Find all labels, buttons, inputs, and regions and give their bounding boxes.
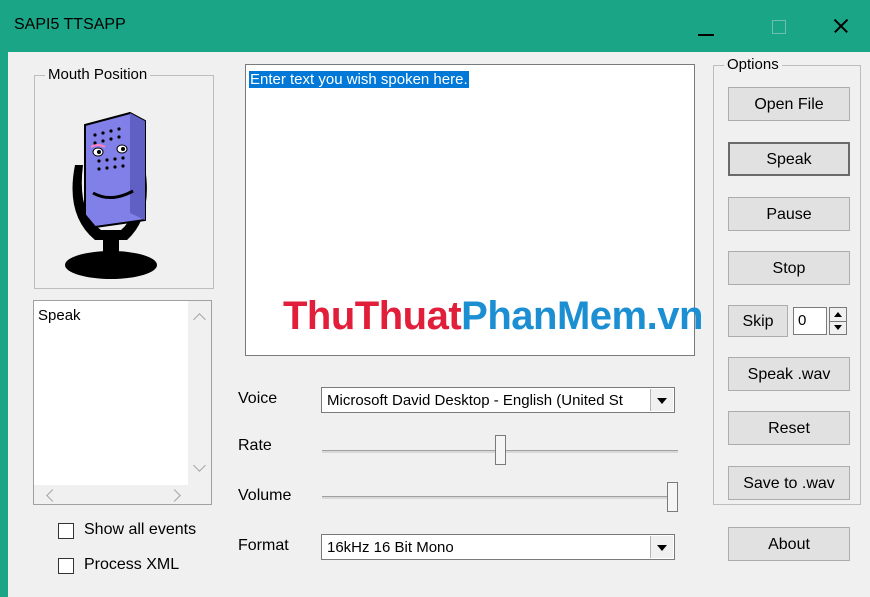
format-selected: 16kHz 16 Bit Mono <box>327 539 454 556</box>
voice-select[interactable]: Microsoft David Desktop - English (Unite… <box>321 387 675 413</box>
watermark-part1: ThuThuat <box>283 294 462 338</box>
volume-label: Volume <box>238 487 292 504</box>
window-edge <box>0 52 8 597</box>
scroll-left-icon[interactable] <box>46 489 59 502</box>
scroll-up-icon[interactable] <box>193 313 206 326</box>
rate-label: Rate <box>238 437 272 454</box>
volume-slider-thumb[interactable] <box>667 482 678 512</box>
events-vertical-scrollbar[interactable] <box>188 301 211 486</box>
open-file-button[interactable]: Open File <box>728 87 850 121</box>
skip-count-input[interactable]: 0 <box>793 307 827 335</box>
watermark-part2: PhanMem.vn <box>461 294 703 338</box>
close-icon[interactable] <box>820 12 860 40</box>
speak-button[interactable]: Speak <box>728 142 850 176</box>
microphone-mouth-icon <box>65 111 157 279</box>
show-all-events-checkbox[interactable]: Show all events <box>58 520 258 542</box>
events-text: Speak <box>38 307 81 324</box>
skip-button[interactable]: Skip <box>728 305 788 337</box>
save-to-wav-button[interactable]: Save to .wav <box>728 466 850 500</box>
voice-label: Voice <box>238 390 278 407</box>
format-select[interactable]: 16kHz 16 Bit Mono <box>321 534 675 560</box>
show-all-events-label: Show all events <box>84 521 197 538</box>
title-bar: SAPI5 TTSAPP <box>0 0 870 52</box>
spin-up-icon[interactable] <box>830 308 846 322</box>
window-title: SAPI5 TTSAPP <box>14 16 126 33</box>
skip-spinner[interactable] <box>829 307 847 335</box>
format-label: Format <box>238 537 289 554</box>
events-list[interactable]: Speak <box>33 300 212 505</box>
maximize-icon[interactable] <box>762 12 802 40</box>
process-xml-label: Process XML <box>84 556 180 573</box>
scroll-down-icon[interactable] <box>193 459 206 472</box>
reset-button[interactable]: Reset <box>728 411 850 445</box>
about-button[interactable]: About <box>728 527 850 561</box>
pause-button[interactable]: Pause <box>728 197 850 231</box>
speech-text-value: Enter text you wish spoken here. <box>249 71 469 88</box>
scroll-right-icon[interactable] <box>168 489 181 502</box>
process-xml-box[interactable] <box>58 558 74 574</box>
minimize-icon[interactable] <box>688 12 728 40</box>
events-horizontal-scrollbar[interactable] <box>34 485 211 504</box>
watermark: ThuThuatPhanMem.vn <box>283 294 703 339</box>
volume-slider-track[interactable] <box>322 496 678 499</box>
process-xml-checkbox[interactable]: Process XML <box>58 555 258 577</box>
dropdown-arrow-icon[interactable] <box>650 536 673 558</box>
options-label: Options <box>724 56 782 73</box>
stop-button[interactable]: Stop <box>728 251 850 285</box>
rate-slider-thumb[interactable] <box>494 435 506 465</box>
dropdown-arrow-icon[interactable] <box>650 389 673 411</box>
speak-wav-button[interactable]: Speak .wav <box>728 357 850 391</box>
spin-down-icon[interactable] <box>830 321 846 334</box>
voice-selected: Microsoft David Desktop - English (Unite… <box>327 392 623 409</box>
show-all-events-box[interactable] <box>58 523 74 539</box>
mouth-position-label: Mouth Position <box>45 66 151 83</box>
